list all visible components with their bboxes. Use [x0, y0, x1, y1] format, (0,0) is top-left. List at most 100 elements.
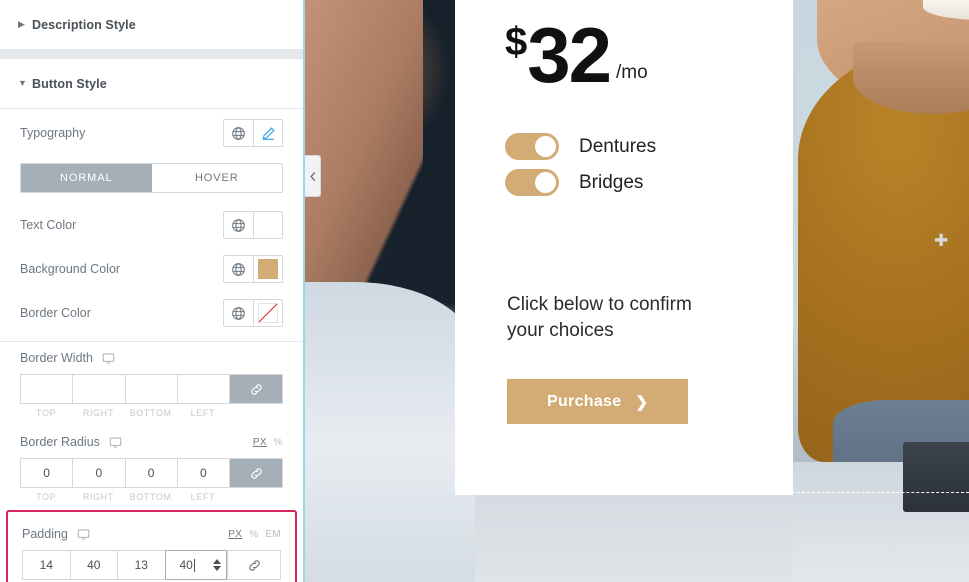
globe-icon[interactable]	[224, 212, 253, 238]
number-stepper[interactable]	[213, 559, 221, 571]
unit-em[interactable]: EM	[265, 529, 281, 540]
control-row-typography: Typography	[0, 109, 303, 157]
toggle-bridges[interactable]	[505, 169, 559, 196]
border-width-label: Border Width	[20, 351, 93, 365]
state-tabs: NORMAL HOVER	[20, 163, 283, 193]
page-preview-canvas[interactable]: $ 32 /mo Dentures Bridges Click below to…	[305, 0, 969, 582]
padding-header: Padding PX % EM	[22, 518, 281, 550]
typography-controls	[223, 119, 283, 147]
purchase-button-label: Purchase	[547, 393, 622, 410]
padding-right-input[interactable]: 40	[69, 550, 117, 580]
padding-left-input[interactable]: 40	[164, 550, 227, 580]
selection-guide-vertical	[792, 0, 793, 493]
padding-inputs: 14 40 13 40	[22, 550, 281, 580]
border-radius-right-input[interactable]: 0	[72, 458, 125, 488]
border-radius-units: PX %	[253, 437, 283, 448]
unit-percent[interactable]: %	[249, 529, 258, 540]
padding-highlight-box: Padding PX % EM 14 40 13 40	[6, 510, 297, 582]
padding-label-group: Padding	[22, 527, 90, 541]
padding-label: Padding	[22, 527, 68, 541]
border-radius-label: Border Radius	[20, 435, 100, 449]
border-width-label-group: Border Width	[20, 351, 115, 365]
sublabel-right: RIGHT	[82, 408, 114, 418]
section-divider	[0, 50, 303, 59]
section-header-button-style[interactable]: ▼ Button Style	[0, 59, 303, 109]
photo-shirt	[305, 282, 475, 582]
caret-down-icon: ▼	[18, 78, 27, 88]
control-border-width: Border Width TOP RIGHT BOTTOM LEFT	[0, 342, 303, 418]
link-icon[interactable]	[227, 550, 281, 580]
feature-row-bridges: Bridges	[505, 169, 643, 196]
sublabel-bottom: BOTTOM	[129, 492, 172, 502]
background-color-swatch[interactable]	[253, 256, 282, 282]
sublabel-bottom: BOTTOM	[129, 408, 172, 418]
text-color-swatch[interactable]	[253, 212, 282, 238]
border-width-bottom-input[interactable]	[124, 374, 177, 404]
border-radius-top-input[interactable]: 0	[20, 458, 73, 488]
background-color-label: Background Color	[20, 262, 121, 276]
price-display: $ 32 /mo	[505, 16, 648, 94]
border-color-swatch-transparent[interactable]	[253, 300, 282, 326]
feature-label-bridges: Bridges	[579, 171, 644, 193]
desktop-icon[interactable]	[109, 436, 122, 449]
border-width-left-input[interactable]	[176, 374, 229, 404]
control-row-text-color: Text Color	[0, 203, 303, 247]
control-border-radius: Border Radius PX % 0 0 0 0 TOP RIGHT BOT…	[0, 426, 303, 502]
sublabel-top: TOP	[36, 492, 57, 502]
padding-left-value: 40	[179, 558, 193, 572]
style-settings-panel: ▶ Description Style ▼ Button Style Typog…	[0, 0, 305, 582]
sublabel-right: RIGHT	[82, 492, 114, 502]
stepper-down-icon[interactable]	[213, 566, 221, 571]
panel-collapse-handle[interactable]	[305, 155, 321, 197]
toggle-knob	[535, 172, 556, 193]
sublabel-top: TOP	[36, 408, 57, 418]
section-title: Description Style	[32, 17, 136, 32]
section-header-description-style[interactable]: ▶ Description Style	[0, 0, 303, 50]
chevron-right-icon: ❯	[635, 394, 649, 411]
selection-guide-horizontal	[792, 492, 969, 493]
border-radius-inputs: 0 0 0 0	[20, 458, 283, 488]
padding-bottom-input[interactable]: 13	[117, 550, 165, 580]
desktop-icon[interactable]	[77, 528, 90, 541]
border-radius-sublabels: TOP RIGHT BOTTOM LEFT	[20, 488, 283, 502]
border-width-right-input[interactable]	[72, 374, 125, 404]
price-currency: $	[505, 20, 528, 65]
sublabel-spacer	[229, 408, 283, 418]
padding-units: PX % EM	[228, 529, 281, 540]
border-radius-left-input[interactable]: 0	[176, 458, 229, 488]
background-color-controls	[223, 255, 283, 283]
border-radius-bottom-input[interactable]: 0	[124, 458, 177, 488]
unit-px[interactable]: PX	[253, 437, 267, 448]
border-width-top-input[interactable]	[20, 374, 73, 404]
toggle-dentures[interactable]	[505, 133, 559, 160]
pricing-card[interactable]: $ 32 /mo Dentures Bridges Click below to…	[455, 0, 793, 495]
text-color-controls	[223, 211, 283, 239]
stepper-up-icon[interactable]	[213, 559, 221, 564]
border-width-sublabels: TOP RIGHT BOTTOM LEFT	[20, 404, 283, 418]
border-color-label: Border Color	[20, 306, 91, 320]
desktop-icon[interactable]	[102, 352, 115, 365]
editor-window: ▶ Description Style ▼ Button Style Typog…	[0, 0, 969, 582]
feature-row-dentures: Dentures	[505, 133, 656, 160]
border-radius-label-group: Border Radius	[20, 435, 122, 449]
pencil-icon[interactable]	[253, 120, 282, 146]
confirm-instruction-text: Click below to confirm your choices	[507, 294, 692, 342]
border-radius-header: Border Radius PX %	[20, 426, 283, 458]
feature-label-dentures: Dentures	[579, 135, 657, 157]
plus-icon[interactable]: ✚	[934, 232, 948, 249]
padding-top-input[interactable]: 14	[22, 550, 70, 580]
caret-right-icon: ▶	[18, 19, 25, 29]
globe-icon[interactable]	[224, 256, 253, 282]
unit-percent[interactable]: %	[274, 437, 283, 448]
globe-icon[interactable]	[224, 120, 253, 146]
link-icon[interactable]	[229, 374, 283, 404]
transparent-slash-icon	[258, 303, 278, 323]
tab-normal[interactable]: NORMAL	[21, 164, 152, 192]
tab-hover[interactable]: HOVER	[151, 164, 282, 192]
globe-icon[interactable]	[224, 300, 253, 326]
link-icon[interactable]	[229, 458, 283, 488]
sublabel-spacer	[229, 492, 283, 502]
purchase-button[interactable]: Purchase ❯	[507, 379, 689, 424]
unit-px[interactable]: PX	[228, 529, 242, 540]
sublabel-left: LEFT	[190, 408, 216, 418]
